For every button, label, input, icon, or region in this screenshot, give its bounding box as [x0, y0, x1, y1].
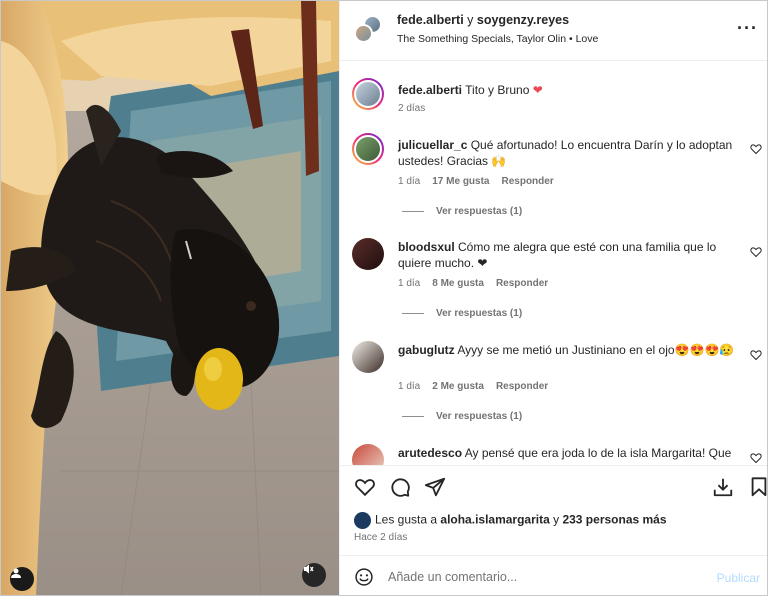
post-actions: Les gusta a aloha.islamargarita y 233 pe… [340, 465, 768, 555]
avatar[interactable] [352, 78, 384, 110]
comment-body: gabuglutz Ayyy se me metió un Justiniano… [398, 342, 736, 358]
comment-body: bloodsxul Cómo me alegra que esté con un… [398, 239, 736, 271]
more-options-button[interactable]: ··· [737, 18, 758, 38]
replies-divider [402, 312, 424, 314]
audio-title: Love [575, 33, 599, 45]
mute-button[interactable] [302, 563, 326, 587]
avatar[interactable] [352, 133, 384, 165]
like-comment-heart-icon[interactable] [750, 452, 762, 464]
download-icon[interactable] [712, 476, 734, 498]
post-side-panel: fede.alberti y soygenzy.reyes The Someth… [339, 1, 768, 595]
like-comment-heart-icon[interactable] [750, 143, 762, 155]
comment-text: Ay pensé que era joda lo de la isla Marg… [464, 446, 732, 460]
reply-button[interactable]: Responder [502, 176, 554, 187]
post-viewer: fede.alberti y soygenzy.reyes The Someth… [0, 0, 768, 596]
view-replies-button[interactable]: Ver respuestas (1) [402, 411, 522, 422]
comment-time[interactable]: 2 días [398, 103, 425, 114]
like-comment-heart-icon[interactable] [750, 246, 762, 258]
author-username[interactable]: fede.alberti [397, 13, 464, 27]
comment-username[interactable]: fede.alberti [398, 83, 462, 97]
avatar [354, 24, 373, 43]
mute-icon [304, 564, 314, 574]
replies-divider [402, 210, 424, 212]
likes-conjunction: y [549, 512, 563, 527]
user-tag-button[interactable] [10, 567, 34, 591]
view-replies-label: Ver respuestas (1) [436, 206, 523, 217]
reply-button[interactable]: Responder [496, 381, 548, 392]
likes-username[interactable]: aloha.islamargarita [440, 513, 549, 527]
likes-others[interactable]: 233 personas más [562, 513, 666, 527]
comment-meta: 1 día 8 Me gusta Responder [398, 278, 560, 289]
comment-text: Ayyy se me metió un Justiniano en el ojo… [457, 343, 735, 357]
comment-body: julicuellar_c Qué afortunado! Lo encuent… [398, 137, 736, 169]
post-header: fede.alberti y soygenzy.reyes The Someth… [340, 1, 767, 61]
publish-button[interactable]: Publicar [717, 571, 760, 585]
comment-body: arutedesco Ay pensé que era joda lo de l… [398, 445, 736, 461]
audio-artist: The Something Specials, Taylor Olin [397, 33, 567, 45]
comment-text: Tito y Bruno [465, 83, 530, 97]
more-horizontal-icon: ··· [737, 18, 758, 38]
post-media[interactable] [1, 1, 339, 595]
comment-username[interactable]: gabuglutz [398, 343, 455, 357]
user-tag-icon [11, 568, 21, 578]
comment-meta: 1 día 17 Me gusta Responder [398, 176, 566, 187]
comments-list[interactable]: fede.alberti Tito y Bruno ❤ 2 días julic… [340, 61, 767, 465]
comment-meta: 2 días [398, 103, 437, 114]
comment-time[interactable]: 1 día [398, 278, 420, 289]
comment-meta: 1 día 2 Me gusta Responder [398, 381, 560, 392]
caption-text: fede.alberti Tito y Bruno ❤ [398, 82, 736, 98]
post-authors: fede.alberti y soygenzy.reyes [397, 13, 569, 27]
author-username[interactable]: soygenzy.reyes [477, 13, 569, 27]
post-timestamp[interactable]: Hace 2 días [354, 532, 407, 543]
comment-time[interactable]: 1 día [398, 381, 420, 392]
authors-conjunction: y [463, 13, 477, 27]
comment-likes[interactable]: 8 Me gusta [432, 278, 484, 289]
comment-likes[interactable]: 2 Me gusta [432, 381, 484, 392]
view-replies-button[interactable]: Ver respuestas (1) [402, 206, 522, 217]
comment-username[interactable]: julicuellar_c [398, 138, 467, 152]
audio-info[interactable]: The Something Specials, Taylor Olin • Lo… [397, 33, 598, 45]
like-comment-heart-icon[interactable] [750, 349, 762, 361]
view-replies-button[interactable]: Ver respuestas (1) [402, 308, 522, 319]
replies-divider [402, 415, 424, 417]
heart-emoji: ❤ [532, 83, 543, 97]
like-heart-icon[interactable] [354, 476, 376, 498]
likes-prefix: Les gusta a [375, 512, 441, 527]
share-icon[interactable] [424, 476, 446, 498]
emoji-icon[interactable] [354, 567, 374, 587]
avatar[interactable] [352, 341, 384, 373]
comment-icon[interactable] [389, 476, 411, 498]
save-bookmark-icon[interactable] [748, 476, 768, 498]
audio-separator: • [566, 33, 576, 45]
comment-composer: Publicar [340, 555, 767, 595]
comment-username[interactable]: bloodsxul [398, 240, 455, 254]
video-frame [1, 1, 339, 595]
avatar[interactable] [352, 238, 384, 270]
view-replies-label: Ver respuestas (1) [436, 308, 523, 319]
avatar[interactable] [352, 444, 384, 465]
comment-input[interactable] [388, 568, 688, 586]
comment-time[interactable]: 1 día [398, 176, 420, 187]
comment-likes[interactable]: 17 Me gusta [432, 176, 489, 187]
comment-username[interactable]: arutedesco [398, 446, 462, 460]
view-replies-label: Ver respuestas (1) [436, 411, 523, 422]
likes-summary[interactable]: Les gusta a aloha.islamargarita y 233 pe… [354, 512, 667, 529]
reply-button[interactable]: Responder [496, 278, 548, 289]
avatar [354, 512, 371, 529]
collab-avatars[interactable] [354, 15, 384, 45]
